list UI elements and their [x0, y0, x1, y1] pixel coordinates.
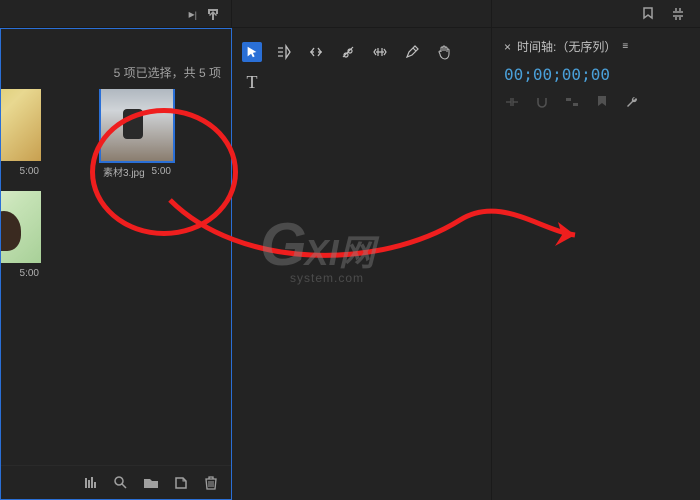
- close-icon[interactable]: ×: [504, 40, 511, 54]
- new-item-icon[interactable]: [173, 475, 189, 491]
- hand-tool-icon[interactable]: [434, 42, 454, 62]
- wrench-icon[interactable]: [624, 94, 640, 110]
- tools-panel: T: [232, 28, 492, 500]
- find-icon[interactable]: [113, 475, 129, 491]
- track-select-icon[interactable]: [274, 42, 294, 62]
- insert-icon[interactable]: [504, 94, 520, 110]
- thumbnail-image: [1, 191, 41, 263]
- trash-icon[interactable]: [203, 475, 219, 491]
- share-icon[interactable]: [205, 6, 221, 22]
- slip-tool-icon[interactable]: [370, 42, 390, 62]
- thumbnail-duration: 5:00: [152, 166, 171, 177]
- add-marker-icon[interactable]: [594, 94, 610, 110]
- linked-selection-icon[interactable]: [564, 94, 580, 110]
- selection-count: 5 项已选择，共 5 项: [114, 64, 221, 81]
- thumbnail-item[interactable]: 5:00: [1, 89, 41, 179]
- timeline-panel[interactable]: × 时间轴:（无序列） ≡ 00;00;00;00: [492, 28, 700, 500]
- selection-tool-icon[interactable]: [242, 42, 262, 62]
- settings-icon[interactable]: [670, 6, 686, 22]
- razor-tool-icon[interactable]: [338, 42, 358, 62]
- timeline-title-text: 时间轴:（无序列）: [517, 38, 616, 55]
- thumbnail-grid[interactable]: 5:00 素材3.jpg 5:00 5:00: [1, 89, 231, 465]
- new-bin-icon[interactable]: [143, 475, 159, 491]
- type-tool-icon[interactable]: T: [242, 72, 262, 92]
- panel-menu-icon[interactable]: ≡: [622, 41, 628, 52]
- timecode-display[interactable]: 00;00;00;00: [504, 65, 688, 84]
- thumbnail-item[interactable]: 素材3.jpg 5:00: [101, 89, 173, 179]
- snap-icon[interactable]: [534, 94, 550, 110]
- auto-sequence-icon[interactable]: ▸|: [189, 7, 197, 21]
- ripple-edit-icon[interactable]: [306, 42, 326, 62]
- thumbnail-duration: 5:00: [20, 166, 39, 177]
- marker-icon[interactable]: [640, 6, 656, 22]
- thumbnail-duration: 5:00: [20, 268, 39, 279]
- thumbnail-image: [101, 89, 173, 161]
- thumbnail-image: [1, 89, 41, 161]
- list-view-icon[interactable]: [83, 475, 99, 491]
- thumbnail-name: 素材3.jpg: [103, 164, 145, 179]
- pen-tool-icon[interactable]: [402, 42, 422, 62]
- thumbnail-item[interactable]: 5:00: [1, 191, 41, 281]
- project-panel[interactable]: 5 项已选择，共 5 项 5:00 素材3.jpg 5:00: [0, 28, 232, 500]
